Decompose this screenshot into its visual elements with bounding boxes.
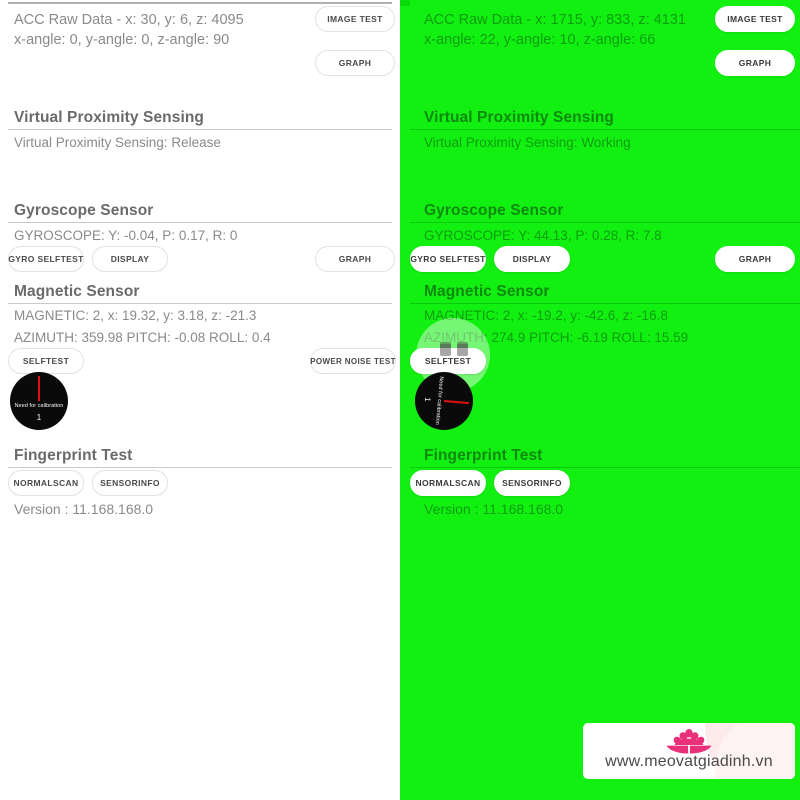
section-title-proximity: Virtual Proximity Sensing <box>424 109 614 126</box>
watermark-url: www.meovatgiadinh.vn <box>605 753 773 770</box>
compass-calibration-level: 1 <box>36 413 42 422</box>
section-title-magnetic: Magnetic Sensor <box>424 283 550 300</box>
section-title-fingerprint: Fingerprint Test <box>424 447 543 464</box>
gyroscope-value: GYROSCOPE: Y: 44.13, P: 0.28, R: 7.8 <box>424 228 662 243</box>
site-watermark: www.meovatgiadinh.vn <box>583 723 795 779</box>
gyroscope-value: GYROSCOPE: Y: -0.04, P: 0.17, R: 0 <box>14 228 238 243</box>
normalscan-button[interactable]: NORMALSCAN <box>410 470 486 496</box>
section-title-fingerprint: Fingerprint Test <box>14 447 133 464</box>
compass-calibration-text: Need for calibration <box>14 403 64 409</box>
magnetic-selftest-button[interactable]: SELFTEST <box>410 348 486 374</box>
proximity-status: Virtual Proximity Sensing: Working <box>424 135 631 150</box>
proximity-status: Virtual Proximity Sensing: Release <box>14 135 221 150</box>
graph-button-gyro[interactable]: GRAPH <box>715 246 795 272</box>
divider-proximity <box>8 129 392 130</box>
compass-calibration-text: Need for calibration <box>433 376 445 426</box>
divider-fingerprint <box>410 467 800 468</box>
graph-button-acc[interactable]: GRAPH <box>315 50 395 76</box>
image-test-button[interactable]: IMAGE TEST <box>315 6 395 32</box>
magnetic-selftest-button[interactable]: SELFTEST <box>8 348 84 374</box>
lotus-flower-icon <box>583 727 795 755</box>
divider-magnetic <box>410 303 800 304</box>
sensor-panel-greenscreen: ACC Raw Data - x: 1715, y: 833, z: 4131 … <box>400 0 800 800</box>
divider-gyroscope <box>8 222 392 223</box>
compass-needle <box>38 376 40 401</box>
magnetic-value: MAGNETIC: 2, x: 19.32, y: 3.18, z: -21.3 <box>14 308 257 323</box>
magnetic-orientation: AZIMUTH: 359.98 PITCH: -0.08 ROLL: 0.4 <box>14 330 271 345</box>
gyro-display-button[interactable]: DISPLAY <box>494 246 570 272</box>
gyro-display-button[interactable]: DISPLAY <box>92 246 168 272</box>
compass-needle <box>443 400 469 405</box>
sensor-panel-normal: ACC Raw Data - x: 30, y: 6, z: 4095 x-an… <box>0 0 400 800</box>
top-divider <box>8 2 392 4</box>
power-noise-test-button[interactable]: POWER NOISE TEST <box>310 348 396 374</box>
divider-magnetic <box>8 303 392 304</box>
magnetic-value: MAGNETIC: 2, x: -19.2, y: -42.6, z: -16.… <box>424 308 668 323</box>
divider-gyroscope <box>410 222 800 223</box>
section-title-magnetic: Magnetic Sensor <box>14 283 140 300</box>
sensorinfo-button[interactable]: SENSORINFO <box>494 470 570 496</box>
acc-raw-data: ACC Raw Data - x: 1715, y: 833, z: 4131 <box>424 12 686 28</box>
compass-calibration-level: 1 <box>422 396 433 403</box>
section-title-gyroscope: Gyroscope Sensor <box>424 202 564 219</box>
gyro-selftest-button[interactable]: GYRO SELFTEST <box>8 246 84 272</box>
magnetic-orientation: AZIMUTH: 274.9 PITCH: -6.19 ROLL: 15.59 <box>424 330 689 345</box>
gyro-selftest-button[interactable]: GYRO SELFTEST <box>410 246 486 272</box>
screenshot-stage: ACC Raw Data - x: 30, y: 6, z: 4095 x-an… <box>0 0 800 800</box>
acc-angle-data: x-angle: 22, y-angle: 10, z-angle: 66 <box>424 32 656 48</box>
normalscan-button[interactable]: NORMALSCAN <box>8 470 84 496</box>
compass-dial: Need for calibration 1 <box>10 372 68 430</box>
compass-dial: Need for calibration 1 <box>415 372 473 430</box>
image-test-button[interactable]: IMAGE TEST <box>715 6 795 32</box>
graph-button-gyro[interactable]: GRAPH <box>315 246 395 272</box>
section-title-proximity: Virtual Proximity Sensing <box>14 109 204 126</box>
sensorinfo-button[interactable]: SENSORINFO <box>92 470 168 496</box>
graph-button-acc[interactable]: GRAPH <box>715 50 795 76</box>
divider-proximity <box>410 129 800 130</box>
fingerprint-version: Version : 11.168.168.0 <box>14 501 154 517</box>
acc-angle-data: x-angle: 0, y-angle: 0, z-angle: 90 <box>14 32 230 48</box>
fingerprint-version: Version : 11.168.168.0 <box>424 501 564 517</box>
section-title-gyroscope: Gyroscope Sensor <box>14 202 154 219</box>
acc-raw-data: ACC Raw Data - x: 30, y: 6, z: 4095 <box>14 12 244 28</box>
divider-fingerprint <box>8 467 392 468</box>
